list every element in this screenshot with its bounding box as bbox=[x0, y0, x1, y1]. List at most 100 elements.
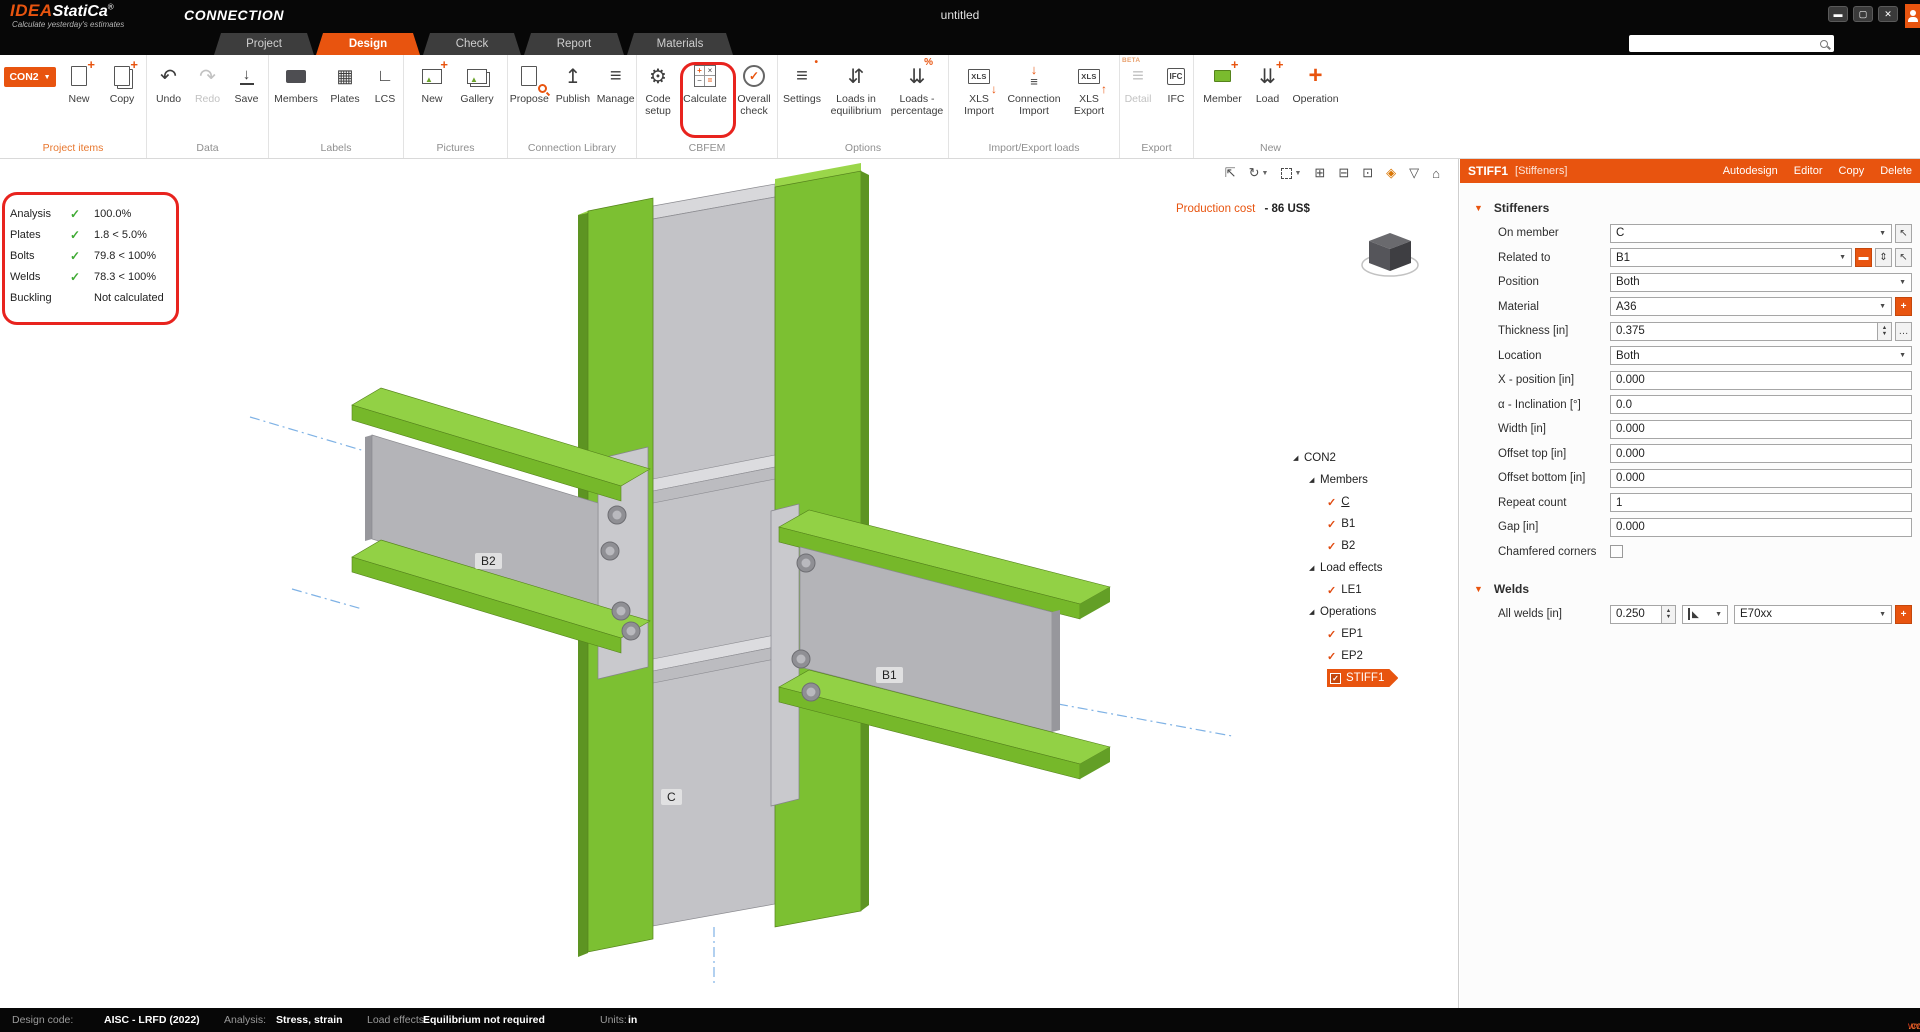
pick-member-button[interactable]: ↖ bbox=[1895, 224, 1912, 243]
tree-item-ep1[interactable]: ✓EP1 bbox=[1293, 623, 1459, 645]
copy-picture-icon[interactable]: ⊡ bbox=[1362, 165, 1373, 181]
new-member-button[interactable]: +Member bbox=[1200, 61, 1246, 105]
tab-design[interactable]: Design bbox=[316, 33, 420, 55]
weld-type-select[interactable]: ◣▼ bbox=[1682, 605, 1728, 624]
delete-operation-button[interactable]: Delete bbox=[1880, 165, 1912, 177]
x-position-input[interactable]: 0.000 bbox=[1610, 371, 1912, 390]
new-picture-button[interactable]: +New bbox=[412, 61, 452, 105]
member-label-c[interactable]: C bbox=[661, 789, 682, 805]
overall-check-button[interactable]: ✓Overall check bbox=[731, 61, 777, 117]
repeat-count-input[interactable]: 1 bbox=[1610, 493, 1912, 512]
copy-operation-button[interactable]: Copy bbox=[1839, 165, 1865, 177]
loads-in-equilibrium-button[interactable]: ⇵Loads in equilibrium bbox=[827, 61, 885, 117]
ifc-export-button[interactable]: IFCIFC bbox=[1159, 61, 1193, 105]
analysis-value[interactable]: Stress, strain bbox=[276, 1014, 343, 1026]
column-web[interactable] bbox=[653, 197, 775, 926]
new-operation-button[interactable]: +Operation bbox=[1290, 61, 1342, 105]
labels-members-toggle[interactable]: Members bbox=[270, 61, 322, 105]
tree-node-load-effects[interactable]: ◢Load effects bbox=[1293, 557, 1459, 579]
solid-view-icon[interactable]: ⊟ bbox=[1338, 165, 1349, 181]
search-input[interactable] bbox=[1629, 38, 1820, 49]
tree-item-le1[interactable]: ✓LE1 bbox=[1293, 579, 1459, 601]
maximize-button[interactable]: ▢ bbox=[1853, 6, 1873, 22]
manage-button[interactable]: ≡Manage bbox=[595, 61, 636, 105]
design-code-value[interactable]: AISC - LRFD (2022) bbox=[104, 1014, 200, 1026]
gap-input[interactable]: 0.000 bbox=[1610, 518, 1912, 537]
weld-size-stepper[interactable]: ▲▼ bbox=[1662, 605, 1676, 624]
gallery-button[interactable]: Gallery bbox=[455, 61, 499, 105]
position-select[interactable]: Both▼ bbox=[1610, 273, 1912, 292]
width-input[interactable]: 0.000 bbox=[1610, 420, 1912, 439]
member-label-b2[interactable]: B2 bbox=[475, 553, 502, 569]
inclination-input[interactable]: 0.0 bbox=[1610, 395, 1912, 414]
tab-report[interactable]: Report bbox=[524, 33, 624, 55]
new-project-item-button[interactable]: + New bbox=[59, 61, 99, 105]
expander-icon[interactable]: ◢ bbox=[1309, 476, 1320, 484]
related-to-select[interactable]: B1▼ bbox=[1610, 248, 1852, 267]
xls-export-button[interactable]: XLS↑XLS Export bbox=[1067, 61, 1111, 117]
thickness-input[interactable]: 0.375 bbox=[1610, 322, 1878, 341]
thickness-stepper[interactable]: ▲▼ bbox=[1878, 322, 1892, 341]
on-member-select[interactable]: C▼ bbox=[1610, 224, 1892, 243]
tree-item-stiff1-selected[interactable]: ✓STIFF1 bbox=[1293, 667, 1459, 689]
copy-project-item-button[interactable]: + Copy bbox=[102, 61, 142, 105]
saved-views-icon[interactable]: ◈ bbox=[1386, 165, 1396, 181]
electrode-select[interactable]: E70xx▼ bbox=[1734, 605, 1892, 624]
weld-size-input[interactable]: 0.250 bbox=[1610, 605, 1662, 624]
add-material-button[interactable]: + bbox=[1895, 297, 1912, 316]
minimize-button[interactable]: ▬ bbox=[1828, 6, 1848, 22]
labels-lcs-toggle[interactable]: ∟LCS bbox=[368, 61, 402, 105]
settings-button[interactable]: ≡•Settings bbox=[780, 61, 824, 105]
tree-node-con2[interactable]: ◢CON2 bbox=[1293, 447, 1459, 469]
editor-button[interactable]: Editor bbox=[1794, 165, 1823, 177]
section-welds[interactable]: ▼Welds bbox=[1460, 576, 1920, 602]
collapse-triangle-icon[interactable]: ▼ bbox=[1474, 203, 1483, 213]
tab-project[interactable]: Project bbox=[214, 33, 314, 55]
tree-item-member-c[interactable]: ✓C bbox=[1293, 491, 1459, 513]
filter-icon[interactable]: ▽ bbox=[1409, 165, 1419, 181]
load-effects-value[interactable]: Equilibrium not required bbox=[423, 1014, 545, 1026]
thickness-more-button[interactable]: … bbox=[1895, 322, 1912, 341]
expander-icon[interactable]: ◢ bbox=[1293, 454, 1304, 462]
member-label-b1[interactable]: B1 bbox=[876, 667, 903, 683]
section-stiffeners[interactable]: ▼Stiffeners bbox=[1460, 195, 1920, 221]
home-view-icon[interactable]: ⌂ bbox=[1432, 166, 1440, 181]
3d-scene[interactable] bbox=[0, 159, 1459, 1008]
code-setup-button[interactable]: ⚙Code setup bbox=[637, 61, 679, 117]
location-select[interactable]: Both▼ bbox=[1610, 346, 1912, 365]
tab-materials[interactable]: Materials bbox=[627, 33, 733, 55]
material-select[interactable]: A36▼ bbox=[1610, 297, 1892, 316]
checkbox-checked-icon[interactable]: ✓ bbox=[1330, 673, 1341, 684]
save-button[interactable]: ↓Save bbox=[229, 61, 265, 105]
propose-button[interactable]: Propose bbox=[508, 61, 551, 105]
tab-check[interactable]: Check bbox=[423, 33, 521, 55]
pick-related-button[interactable]: ↖ bbox=[1895, 248, 1912, 267]
redo-button[interactable]: ↷Redo bbox=[190, 61, 226, 105]
tree-item-ep2[interactable]: ✓EP2 bbox=[1293, 645, 1459, 667]
3d-viewport[interactable]: B2 B1 C Analysis✓100.0% Plates✓1.8 < 5.0… bbox=[0, 159, 1459, 1008]
units-value[interactable]: in bbox=[628, 1014, 637, 1026]
connection-import-button[interactable]: ↓≡Connection Import bbox=[1004, 61, 1064, 117]
fit-view-icon[interactable]: ⇱ bbox=[1225, 165, 1236, 181]
tree-node-operations[interactable]: ◢Operations bbox=[1293, 601, 1459, 623]
xls-import-button[interactable]: XLS↓XLS Import bbox=[957, 61, 1001, 117]
flip-orientation-button[interactable]: ⇕ bbox=[1875, 248, 1892, 267]
labels-plates-toggle[interactable]: ▦Plates bbox=[325, 61, 365, 105]
chevron-down-icon[interactable]: ▼ bbox=[1294, 170, 1301, 177]
new-load-button[interactable]: ⇊+Load bbox=[1249, 61, 1287, 105]
tree-item-member-b1[interactable]: ✓B1 bbox=[1293, 513, 1459, 535]
calculate-button[interactable]: +×−=Calculate bbox=[682, 61, 728, 105]
loads-percentage-button[interactable]: ⇊%Loads - percentage bbox=[888, 61, 946, 117]
rotate-view-icon[interactable]: ↻▼ bbox=[1249, 165, 1269, 181]
tree-item-member-b2[interactable]: ✓B2 bbox=[1293, 535, 1459, 557]
navigation-cube[interactable] bbox=[1358, 225, 1422, 285]
undo-button[interactable]: ↶Undo bbox=[151, 61, 187, 105]
expander-icon[interactable]: ◢ bbox=[1309, 608, 1320, 616]
user-account-button[interactable] bbox=[1905, 4, 1920, 28]
expander-icon[interactable]: ◢ bbox=[1309, 564, 1320, 572]
wireframe-view-icon[interactable]: ⊞ bbox=[1314, 165, 1325, 181]
detail-export-button[interactable]: ≡BETADetail bbox=[1120, 61, 1156, 105]
search-box[interactable] bbox=[1629, 35, 1834, 52]
chamfered-corners-checkbox[interactable] bbox=[1610, 545, 1623, 558]
collapse-triangle-icon[interactable]: ▼ bbox=[1474, 584, 1483, 594]
